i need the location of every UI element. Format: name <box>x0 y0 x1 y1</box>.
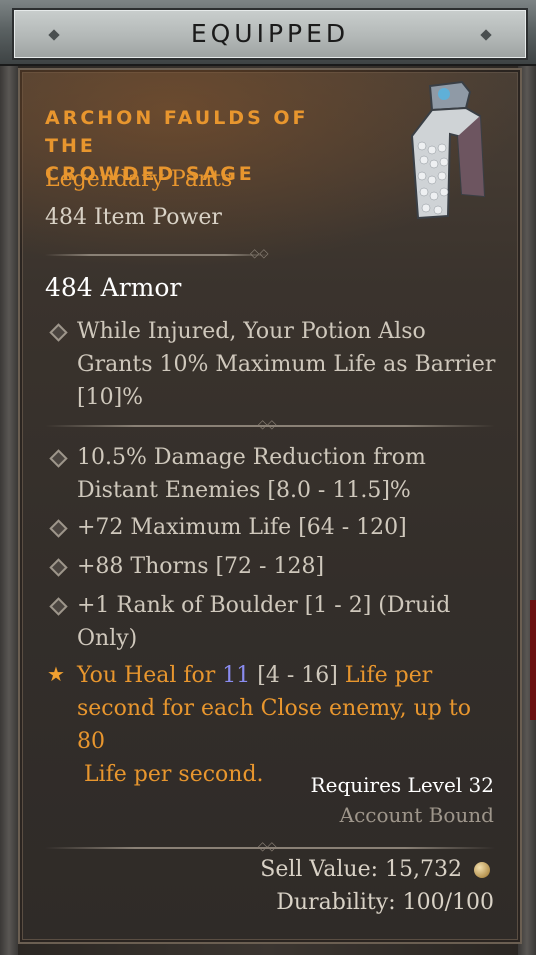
armor-value: 484 Armor <box>45 273 182 302</box>
affix-stat: While Injured, Your Potion Also Grants 1… <box>77 315 497 414</box>
background-edge <box>530 600 536 720</box>
header-title: EQUIPPED <box>190 19 350 48</box>
aspect-text: Life per <box>344 663 433 688</box>
divider-ornament-icon: ◇◇ <box>258 839 277 853</box>
affix-line: While Injured, Your Potion Also <box>77 319 426 344</box>
sell-value: Sell Value: 15,732 <box>260 857 462 882</box>
aspect-text: You Heal for <box>77 663 223 688</box>
item-name-line1: ARCHON FAULDS OF THE <box>45 107 309 157</box>
durability: Durability: 100/100 <box>276 890 494 915</box>
affix-stat: +72 Maximum Life [64 - 120] <box>77 511 497 544</box>
aspect-line: second for each Close enemy, up to 80 <box>77 696 471 754</box>
aspect-range: [4 - 16] <box>250 663 345 688</box>
affix-line: +72 Maximum Life [64 - 120] <box>77 515 407 540</box>
divider-ornament-icon: ◇◇ <box>258 417 277 431</box>
affix-stat: +88 Thorns [72 - 128] <box>77 550 497 583</box>
gold-coin-icon <box>474 862 490 878</box>
affix-line: +88 Thorns [72 - 128] <box>77 554 325 579</box>
header-plate: EQUIPPED <box>12 8 528 60</box>
affix-line: +1 Rank of Boulder [1 - 2] (Druid <box>77 593 451 618</box>
header-bar: EQUIPPED <box>0 0 536 66</box>
affix-line: 10.5% Damage Reduction from <box>77 445 426 470</box>
aspect-line: You Heal for 11 [4 - 16] Life per <box>77 659 502 692</box>
affix-line: Distant Enemies [8.0 - 11.5]% <box>77 478 411 503</box>
legendary-aspect: You Heal for 11 [4 - 16] Life per second… <box>77 659 502 791</box>
left-frame-bar <box>0 64 18 955</box>
affix-line: Grants 10% Maximum Life as Barrier <box>77 352 496 377</box>
affix-line: Only) <box>77 626 138 651</box>
affix-stat: 10.5% Damage Reduction from Distant Enem… <box>77 441 497 507</box>
affix-line: [10]% <box>77 385 144 410</box>
legendary-star-icon: ★ <box>47 662 65 686</box>
divider-ornament-icon: ◇◇ <box>250 246 269 260</box>
item-power: 484 Item Power <box>45 205 222 230</box>
affix-stat: +1 Rank of Boulder [1 - 2] (Druid Only) <box>77 589 497 655</box>
pants-icon <box>410 80 486 220</box>
aspect-roll-value: 11 <box>222 663 251 688</box>
required-level: Requires Level 32 <box>310 773 494 797</box>
divider <box>45 254 270 256</box>
item-type: Legendary Pants <box>45 167 233 192</box>
account-bound: Account Bound <box>339 803 494 827</box>
